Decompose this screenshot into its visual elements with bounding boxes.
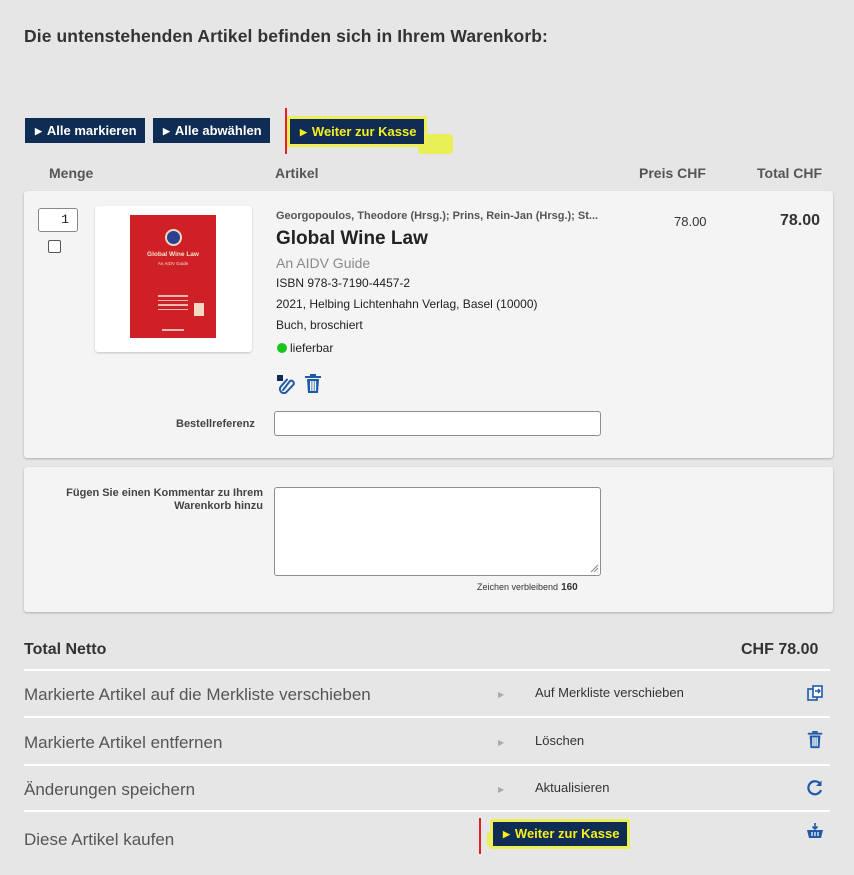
- divider: [24, 716, 830, 718]
- availability-status: lieferbar: [290, 341, 334, 355]
- item-total: 78.00: [780, 212, 821, 229]
- divider: [24, 764, 830, 766]
- action-row-label: Änderungen speichern: [24, 780, 196, 799]
- trash-icon[interactable]: [304, 374, 322, 394]
- arrow-icon: ▶: [498, 690, 505, 699]
- item-select-checkbox[interactable]: [48, 240, 61, 253]
- update-link[interactable]: Aktualisieren: [535, 780, 609, 795]
- play-icon: ▶: [163, 126, 170, 136]
- move-to-wishlist-icon[interactable]: [806, 685, 824, 703]
- play-icon: ▶: [35, 126, 42, 136]
- deselect-all-button[interactable]: ▶ Alle abwählen: [153, 118, 270, 143]
- book-cover-image: Global Wine Law An AIDV Guide: [130, 215, 216, 338]
- comment-textarea[interactable]: [274, 487, 601, 576]
- order-reference-input[interactable]: [274, 411, 601, 436]
- play-icon: ▶: [300, 127, 307, 137]
- arrow-icon: ▶: [498, 738, 505, 747]
- checkout-button-bottom[interactable]: ▶ Weiter zur Kasse: [493, 822, 628, 846]
- quantity-input[interactable]: 1: [38, 208, 78, 232]
- cover-seal: [165, 229, 182, 246]
- cover-editor-lines: [158, 295, 188, 313]
- book-authors[interactable]: Georgopoulos, Theodore (Hrsg.); Prins, R…: [276, 210, 598, 222]
- item-price: 78.00: [674, 214, 707, 229]
- cover-subtitle: An AIDV Guide: [157, 261, 189, 266]
- action-row-label: Diese Artikel kaufen: [24, 830, 175, 849]
- select-all-button[interactable]: ▶ Alle markieren: [25, 118, 145, 143]
- book-isbn: ISBN 978-3-7190-4457-2: [276, 276, 411, 290]
- order-reference-label: Bestellreferenz: [176, 418, 255, 430]
- total-net-value: CHF 78.00: [741, 641, 819, 658]
- divider: [24, 810, 830, 812]
- column-quantity: Menge: [49, 165, 94, 181]
- select-all-label: Alle markieren: [46, 123, 137, 138]
- basket-icon[interactable]: [806, 822, 824, 840]
- column-article: Artikel: [275, 165, 319, 181]
- action-row-label: Markierte Artikel entfernen: [24, 733, 223, 752]
- play-icon: ▶: [503, 829, 510, 839]
- chars-remaining-count: 160: [561, 582, 578, 593]
- refresh-icon[interactable]: [806, 779, 824, 797]
- action-row-label: Markierte Artikel auf die Merkliste vers…: [24, 685, 371, 704]
- book-title[interactable]: Global Wine Law: [276, 228, 428, 250]
- annotation-red-line: [479, 818, 481, 854]
- book-subtitle: An AIDV Guide: [276, 255, 371, 271]
- move-to-wishlist-link[interactable]: Auf Merkliste verschieben: [535, 685, 684, 700]
- total-net-label: Total Netto: [24, 641, 107, 658]
- checkout-label: Weiter zur Kasse: [311, 124, 417, 139]
- divider: [24, 669, 830, 671]
- book-binding: Buch, broschiert: [276, 318, 363, 332]
- resize-grip-icon[interactable]: [590, 564, 599, 573]
- column-price: Preis CHF: [639, 165, 706, 181]
- arrow-icon: ▶: [498, 785, 505, 794]
- trash-icon[interactable]: [806, 731, 824, 749]
- cover-publisher-logo: [194, 303, 204, 316]
- page-title: Die untenstehenden Artikel befinden sich…: [24, 26, 548, 46]
- column-total: Total CHF: [757, 165, 823, 181]
- attach-note-icon[interactable]: [276, 374, 296, 394]
- delete-link[interactable]: Löschen: [535, 733, 584, 748]
- cover-footer-line: [162, 329, 184, 331]
- checkout-button-top[interactable]: ▶ Weiter zur Kasse: [290, 119, 425, 144]
- availability-dot: [277, 343, 287, 353]
- annotation-red-line: [285, 108, 287, 154]
- comment-label: Fügen Sie einen Kommentar zu Ihrem Waren…: [66, 487, 263, 512]
- checkout-label: Weiter zur Kasse: [514, 826, 620, 841]
- cover-title: Global Wine Law: [147, 251, 199, 258]
- chars-remaining-label: Zeichen verbleibend: [477, 582, 559, 592]
- chars-remaining: Zeichen verbleibend 160: [477, 582, 578, 593]
- deselect-all-label: Alle abwählen: [174, 123, 262, 138]
- book-publisher: 2021, Helbing Lichtenhahn Verlag, Basel …: [276, 297, 538, 311]
